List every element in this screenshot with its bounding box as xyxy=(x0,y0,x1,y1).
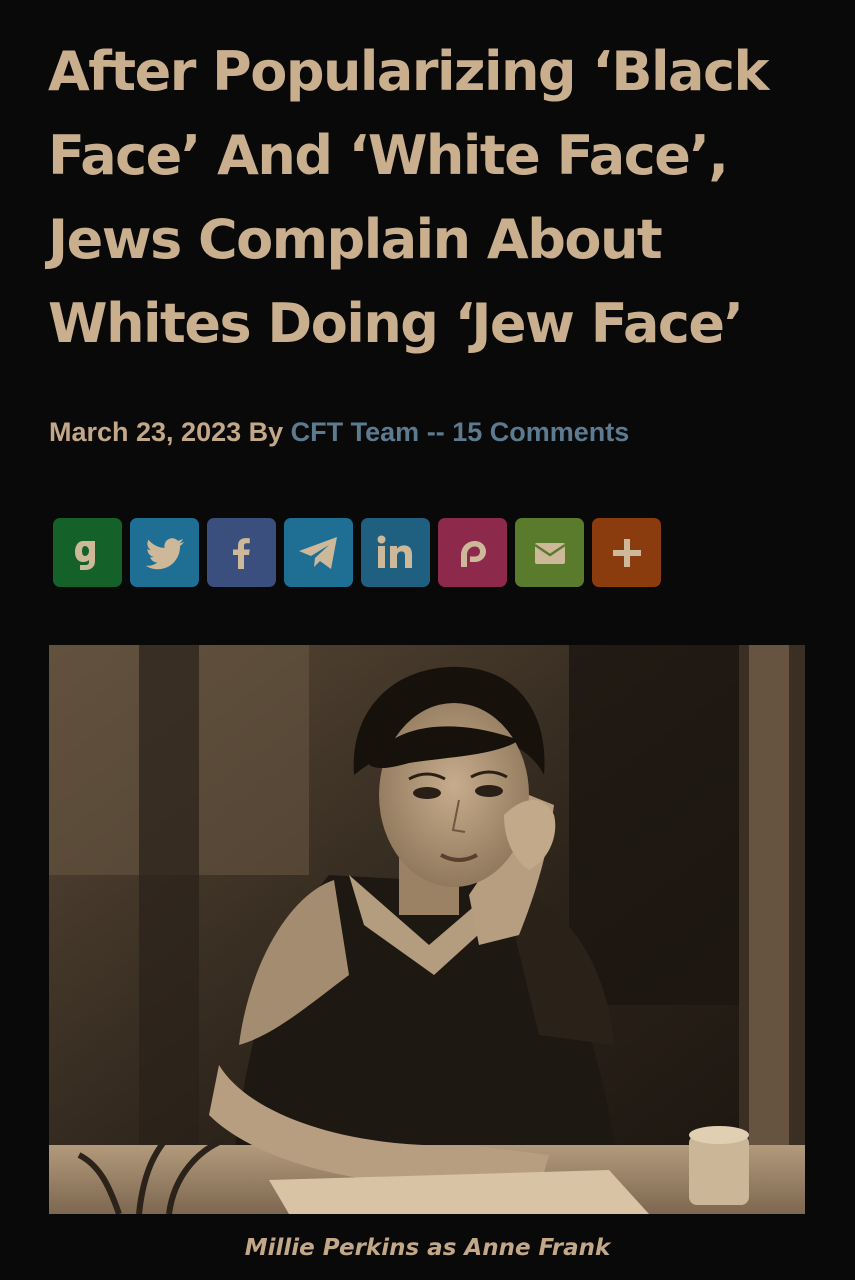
facebook-icon xyxy=(222,533,262,573)
by-label: By xyxy=(248,417,284,447)
telegram-icon xyxy=(296,533,342,573)
anne-frank-photo-illustration xyxy=(49,645,805,1214)
share-more-button[interactable] xyxy=(592,518,661,587)
gab-icon xyxy=(68,533,108,573)
plus-icon xyxy=(607,533,647,573)
share-gab-button[interactable] xyxy=(53,518,122,587)
post-date: March 23, 2023 xyxy=(49,417,242,447)
share-email-button[interactable] xyxy=(515,518,584,587)
share-bar xyxy=(53,518,661,587)
meta-separator: -- xyxy=(426,417,445,447)
photo-caption: Millie Perkins as Anne Frank xyxy=(244,1235,611,1261)
article-photo xyxy=(49,645,805,1214)
comments-link[interactable]: 15 Comments xyxy=(452,417,629,447)
linkedin-icon xyxy=(374,533,418,573)
share-parler-button[interactable] xyxy=(438,518,507,587)
twitter-icon xyxy=(143,533,187,573)
share-facebook-button[interactable] xyxy=(207,518,276,587)
parler-icon xyxy=(453,533,493,573)
share-telegram-button[interactable] xyxy=(284,518,353,587)
share-twitter-button[interactable] xyxy=(130,518,199,587)
article-meta: March 23, 2023 By CFT Team -- 15 Comment… xyxy=(49,414,629,450)
article-title: After Popularizing ‘Black Face’ And ‘Whi… xyxy=(48,40,769,355)
share-linkedin-button[interactable] xyxy=(361,518,430,587)
email-icon xyxy=(530,533,570,573)
article-page: After Popularizing ‘Black Face’ And ‘Whi… xyxy=(0,0,855,1280)
author-link[interactable]: CFT Team xyxy=(291,417,420,447)
